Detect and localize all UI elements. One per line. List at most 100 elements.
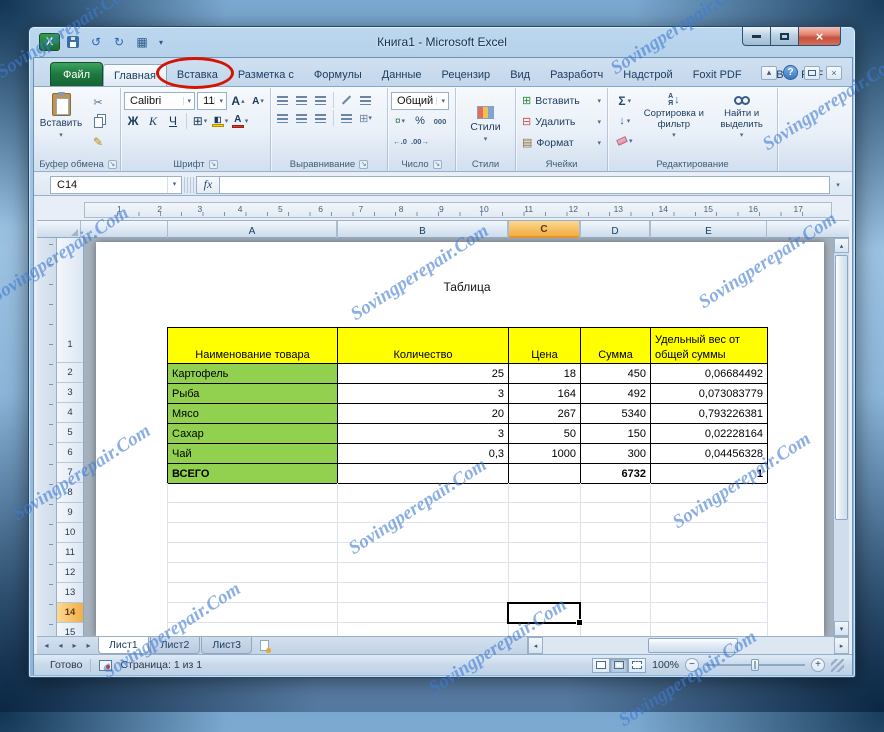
row-header[interactable]: 15 <box>57 623 83 636</box>
sheet-tab-list2[interactable]: Лист2 <box>149 637 201 654</box>
expand-formula-bar-icon[interactable]: ▾ <box>830 181 846 189</box>
align-left-icon[interactable] <box>274 111 291 126</box>
column-header-b[interactable]: B <box>337 221 508 238</box>
row-header[interactable]: 11 <box>57 543 83 563</box>
row-header[interactable]: 10 <box>57 523 83 543</box>
name-box[interactable]: C14 ▾ <box>50 175 182 194</box>
cell[interactable]: 20 <box>338 404 509 424</box>
row-header[interactable]: 6 <box>57 443 83 463</box>
insert-cells-dropdown-icon[interactable]: ▾ <box>597 97 601 105</box>
cell[interactable]: Мясо <box>168 404 338 424</box>
macro-record-icon[interactable] <box>99 659 113 671</box>
vertical-scroll-track[interactable] <box>834 253 849 621</box>
borders-button[interactable]: ⊞ ▾ <box>191 112 209 130</box>
find-select-dropdown-icon[interactable]: ▾ <box>740 132 744 140</box>
resize-grip[interactable] <box>831 658 844 672</box>
autosum-button[interactable]: Σ ▾ <box>611 92 638 110</box>
sort-filter-button[interactable]: А Я ↓ Сортировка и фильтр ▾ <box>641 90 706 157</box>
row-header[interactable]: 5 <box>57 423 83 443</box>
zoom-slider-thumb[interactable] <box>751 659 759 671</box>
tab-formulas[interactable]: Формулы <box>304 64 372 86</box>
worksheet-page[interactable]: Таблица Наименование товара Количество Ц… <box>96 242 824 636</box>
cell[interactable]: 450 <box>581 364 651 384</box>
cell[interactable]: 0,02228164 <box>651 424 768 444</box>
table-header-cell[interactable]: Цена <box>509 328 581 364</box>
font-size-combo[interactable]: 11 ▾ <box>197 92 227 110</box>
cell[interactable]: 25 <box>338 364 509 384</box>
cell[interactable]: 1 <box>651 464 768 484</box>
titlebar[interactable]: X ↺ ↻ ▦ ▾ Книга1 - Microsoft Excel × <box>29 27 855 57</box>
cell[interactable]: ВСЕГО <box>168 464 338 484</box>
page-break-view-button[interactable] <box>628 657 647 673</box>
column-header-c[interactable]: C <box>508 221 580 238</box>
cell[interactable] <box>509 464 581 484</box>
row-header[interactable]: 13 <box>57 583 83 603</box>
name-box-dropdown-icon[interactable]: ▾ <box>167 176 181 193</box>
next-sheet-icon[interactable]: ▸ <box>68 641 81 650</box>
percent-format-icon[interactable]: % <box>411 112 429 130</box>
active-cell[interactable] <box>507 602 583 626</box>
formula-input[interactable] <box>220 175 830 194</box>
sort-filter-dropdown-icon[interactable]: ▾ <box>672 132 676 140</box>
align-middle-icon[interactable] <box>293 93 310 108</box>
tab-data[interactable]: Данные <box>372 64 432 86</box>
number-format-combo[interactable]: Общий ▾ <box>391 92 449 110</box>
table-header-cell[interactable]: Удельный вес от общей суммы <box>651 328 768 364</box>
align-bottom-icon[interactable] <box>312 93 329 108</box>
merge-center-button[interactable]: ⊞ ▾ <box>357 111 374 126</box>
orientation-icon[interactable] <box>338 93 355 108</box>
cell[interactable]: 6732 <box>581 464 651 484</box>
insert-sheet-button[interactable] <box>253 637 277 654</box>
column-header-d[interactable]: D <box>580 221 650 238</box>
cell[interactable]: Картофель <box>168 364 338 384</box>
cell[interactable]: 18 <box>509 364 581 384</box>
cell[interactable]: 0,3 <box>338 444 509 464</box>
table-header-cell[interactable]: Количество <box>338 328 509 364</box>
tab-foxit-pdf[interactable]: Foxit PDF <box>683 64 752 86</box>
merge-dropdown-icon[interactable]: ▾ <box>368 114 372 122</box>
last-sheet-icon[interactable]: ▸ <box>82 641 95 650</box>
row-header-active[interactable]: 14 <box>57 603 83 623</box>
cell[interactable]: 0,793226381 <box>651 404 768 424</box>
font-color-dropdown-icon[interactable]: ▾ <box>245 117 249 125</box>
cell[interactable]: 0,073083779 <box>651 384 768 404</box>
cell[interactable] <box>338 464 509 484</box>
fill-button[interactable]: ↓ ▾ <box>611 112 638 130</box>
align-right-icon[interactable] <box>312 111 329 126</box>
align-center-icon[interactable] <box>293 111 310 126</box>
cell[interactable]: 50 <box>509 424 581 444</box>
page-layout-view-button[interactable] <box>610 657 629 673</box>
align-top-icon[interactable] <box>274 93 291 108</box>
cell[interactable]: Рыба <box>168 384 338 404</box>
delete-cells-button[interactable]: ⊟ Удалить ▾ <box>519 111 604 132</box>
currency-dropdown-icon[interactable]: ▾ <box>402 117 406 125</box>
vertical-scroll-thumb[interactable] <box>835 255 848 520</box>
clear-button[interactable]: ▾ <box>611 132 638 150</box>
formula-bar-grip[interactable] <box>184 176 194 193</box>
tab-file[interactable]: Файл <box>50 62 104 86</box>
column-header-a[interactable]: A <box>167 221 337 238</box>
close-button[interactable]: × <box>798 27 841 46</box>
row-header[interactable]: 8 <box>57 483 83 503</box>
cell[interactable]: 267 <box>509 404 581 424</box>
delete-cells-dropdown-icon[interactable]: ▾ <box>597 118 601 126</box>
fill-dropdown-icon[interactable]: ▾ <box>627 117 631 125</box>
zoom-in-icon[interactable]: + <box>811 658 825 672</box>
tab-page-layout[interactable]: Разметка с <box>228 64 304 86</box>
decrease-decimal-icon[interactable]: .00→ <box>411 132 429 150</box>
alignment-dialog-launcher-icon[interactable]: ↘ <box>359 159 369 169</box>
close-workbook-icon[interactable]: × <box>826 65 842 80</box>
vertical-scrollbar[interactable]: ▴ ▾ <box>833 238 849 636</box>
table-header-cell[interactable]: Сумма <box>581 328 651 364</box>
scroll-left-icon[interactable]: ◂ <box>528 637 543 654</box>
insert-cells-button[interactable]: ⊞ Вставить ▾ <box>519 90 604 111</box>
sheet-tab-list1[interactable]: Лист1 <box>98 637 149 654</box>
cell[interactable]: 3 <box>338 424 509 444</box>
previous-sheet-icon[interactable]: ◂ <box>54 641 67 650</box>
scroll-up-icon[interactable]: ▴ <box>834 238 849 253</box>
number-format-dropdown-icon[interactable]: ▾ <box>436 97 445 105</box>
format-cells-dropdown-icon[interactable]: ▾ <box>597 139 601 147</box>
font-name-dropdown-icon[interactable]: ▾ <box>182 97 191 105</box>
minimize-button[interactable] <box>742 27 771 46</box>
thousands-format-icon[interactable]: 000 <box>431 112 449 130</box>
